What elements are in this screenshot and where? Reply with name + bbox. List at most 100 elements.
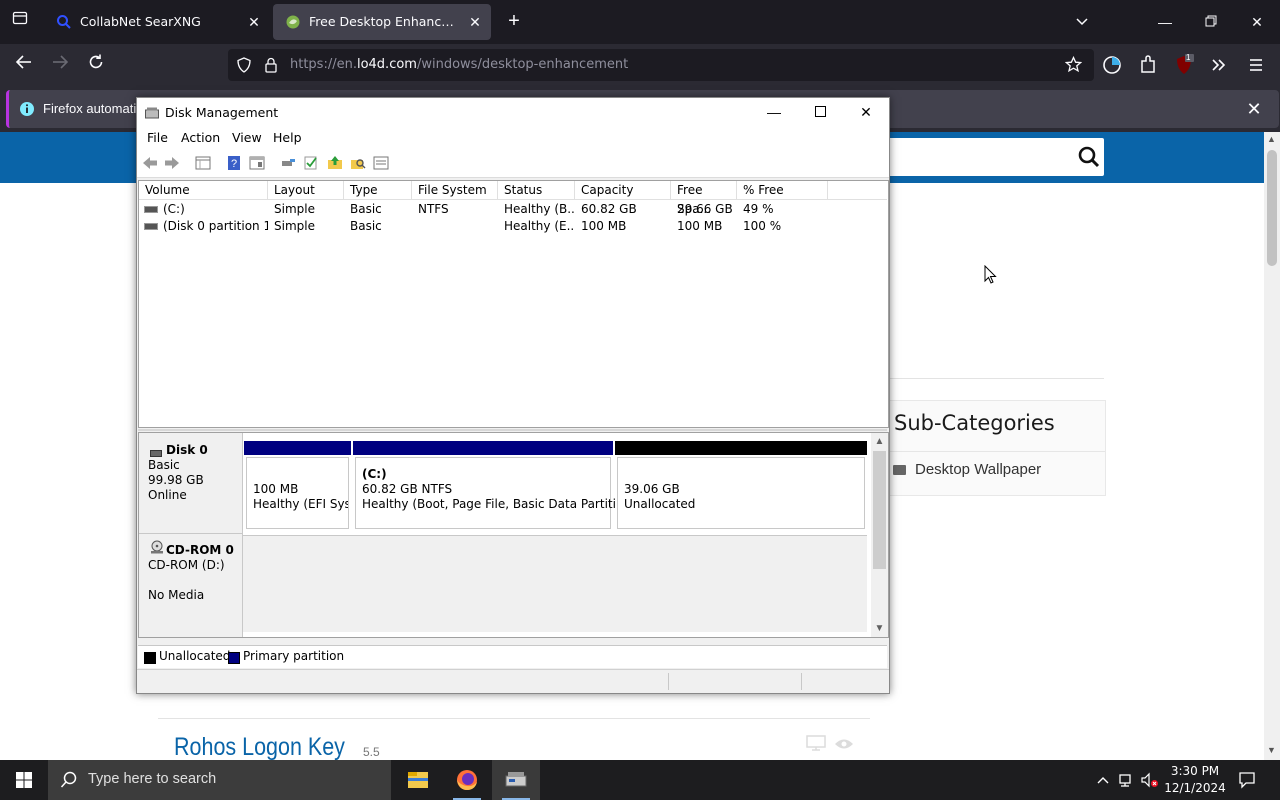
- eye-icon: [834, 737, 854, 755]
- tab-desktop-enhancement[interactable]: Free Desktop Enhancement Software ✕: [273, 4, 491, 40]
- network-icon[interactable]: [1118, 770, 1136, 790]
- close-icon[interactable]: ✕: [843, 98, 889, 127]
- close-icon[interactable]: ✕: [1242, 8, 1272, 36]
- scrollbar-thumb[interactable]: [1267, 150, 1277, 266]
- show-hide-icon[interactable]: [249, 155, 265, 171]
- column-status[interactable]: Status: [498, 181, 575, 200]
- site-search-input[interactable]: [870, 138, 1104, 176]
- volume-muted-icon[interactable]: [1140, 770, 1158, 790]
- menu-file[interactable]: File: [147, 130, 168, 145]
- cell-capacity: 100 MB: [581, 219, 627, 233]
- ublock-icon[interactable]: [1174, 54, 1194, 81]
- disk0-label[interactable]: Disk 0 Basic 99.98 GB Online: [139, 433, 243, 534]
- disk-management-window: Disk Management — ✕ File Action View Hel…: [136, 97, 890, 694]
- back-icon[interactable]: [142, 155, 158, 171]
- table-row[interactable]: (Disk 0 partition 1) Simple Basic Health…: [139, 218, 887, 235]
- partition-status: Healthy (EFI Syste: [253, 497, 348, 511]
- cell-status: Healthy (B...: [504, 202, 575, 216]
- maximize-icon[interactable]: [797, 98, 843, 127]
- cdrom0-label[interactable]: CD-ROM 0 CD-ROM (D:) No Media: [139, 534, 243, 637]
- tab-list-icon[interactable]: [8, 10, 32, 34]
- column-layout[interactable]: Layout: [268, 181, 344, 200]
- column-file-system[interactable]: File System: [412, 181, 498, 200]
- close-notification-icon[interactable]: ✕: [1241, 96, 1267, 122]
- pane-splitter[interactable]: [138, 429, 887, 431]
- cell-type: Basic: [350, 219, 382, 233]
- menu-view[interactable]: View: [232, 130, 262, 145]
- forward-icon[interactable]: [164, 155, 180, 171]
- url-bar[interactable]: https://en.lo4d.com/windows/desktop-enha…: [228, 49, 1094, 81]
- menu-action[interactable]: Action: [181, 130, 220, 145]
- chevron-down-icon[interactable]: [1070, 10, 1094, 34]
- column-percent-free[interactable]: % Free: [737, 181, 828, 200]
- window-titlebar[interactable]: Disk Management — ✕: [137, 98, 889, 127]
- system-clock[interactable]: 3:30 PM 12/1/2024: [1160, 763, 1230, 797]
- column-capacity[interactable]: Capacity: [575, 181, 671, 200]
- search-folder-icon[interactable]: [350, 155, 366, 171]
- svg-text:?: ?: [231, 158, 237, 170]
- toolbar: ?: [137, 149, 889, 178]
- table-row[interactable]: (C:) Simple Basic NTFS Healthy (B... 60.…: [139, 201, 887, 218]
- menu-icon[interactable]: [1248, 57, 1264, 78]
- partition-efi[interactable]: 100 MB Healthy (EFI Syste: [244, 441, 351, 529]
- folder-up-icon[interactable]: [327, 155, 343, 171]
- scrollbar-thumb[interactable]: [873, 451, 886, 569]
- disk-graphical-view: Disk 0 Basic 99.98 GB Online 100 MB Heal…: [138, 432, 889, 638]
- partition-status: Unallocated: [624, 497, 696, 511]
- minimize-icon[interactable]: —: [1150, 8, 1180, 36]
- url-text: https://en.lo4d.com/windows/desktop-enha…: [290, 57, 629, 72]
- monitor-icon: [806, 735, 826, 756]
- scroll-up-icon[interactable]: ▲: [1267, 134, 1276, 144]
- notifications-icon[interactable]: [1238, 770, 1256, 790]
- forward-icon[interactable]: [47, 53, 73, 77]
- tab-searxng[interactable]: CollabNet SearXNG ✕: [44, 4, 270, 40]
- minimize-icon[interactable]: —: [751, 98, 797, 127]
- properties-icon[interactable]: [195, 155, 211, 171]
- search-icon[interactable]: [1074, 138, 1104, 176]
- back-icon[interactable]: [11, 53, 37, 77]
- scroll-up-icon[interactable]: ▲: [871, 433, 888, 450]
- windows-start-icon[interactable]: [0, 760, 48, 800]
- disk-view-scrollbar[interactable]: ▲ ▼: [871, 433, 888, 637]
- reload-icon[interactable]: [83, 53, 109, 77]
- firefox-icon[interactable]: [443, 760, 491, 800]
- bookmark-star-icon[interactable]: [1064, 55, 1083, 78]
- cell-file-system: NTFS: [418, 202, 449, 216]
- scroll-down-icon[interactable]: ▼: [871, 620, 888, 637]
- shield-icon[interactable]: [236, 57, 252, 78]
- file-explorer-icon[interactable]: [394, 760, 442, 800]
- close-tab-icon[interactable]: ✕: [244, 12, 264, 32]
- subcategories-title: Sub-Categories: [894, 411, 1055, 435]
- partition-size: 60.82 GB NTFS: [362, 482, 453, 496]
- subcategory-link[interactable]: Desktop Wallpaper: [889, 459, 1105, 487]
- chevron-up-icon[interactable]: [1094, 770, 1112, 790]
- disk-management-taskbar-icon[interactable]: [492, 760, 540, 800]
- column-type[interactable]: Type: [344, 181, 412, 200]
- notification-text: Firefox automatic: [43, 101, 143, 116]
- scroll-down-icon[interactable]: ▼: [1267, 745, 1276, 755]
- help-icon[interactable]: ?: [226, 155, 242, 171]
- lock-icon[interactable]: [264, 57, 278, 78]
- status-bar: [137, 669, 889, 693]
- legend-label: Primary partition: [243, 649, 345, 663]
- extensions-icon[interactable]: [1139, 55, 1157, 80]
- menu-help[interactable]: Help: [273, 130, 302, 145]
- account-icon[interactable]: [1102, 55, 1122, 80]
- overflow-chevrons-icon[interactable]: [1211, 57, 1227, 78]
- list-view-icon[interactable]: [373, 155, 389, 171]
- taskbar-search-input[interactable]: Type here to search: [48, 760, 391, 800]
- page-scrollbar[interactable]: ▲ ▼: [1264, 132, 1280, 760]
- partition-unallocated[interactable]: 39.06 GB Unallocated: [615, 441, 867, 529]
- connect-icon[interactable]: [280, 155, 296, 171]
- close-tab-icon[interactable]: ✕: [465, 12, 485, 32]
- legend-swatch-unallocated: [144, 652, 156, 664]
- new-tab-icon[interactable]: +: [502, 10, 526, 34]
- column-volume[interactable]: Volume: [139, 181, 268, 200]
- column-free-space[interactable]: Free Spa...: [671, 181, 737, 216]
- disk0-size: 99.98 GB: [148, 473, 204, 487]
- app-title-link[interactable]: Rohos Logon Key: [174, 733, 345, 760]
- partition-c[interactable]: (C:) 60.82 GB NTFS Healthy (Boot, Page F…: [353, 441, 636, 529]
- restore-icon[interactable]: [1196, 8, 1226, 36]
- check-icon[interactable]: [303, 155, 319, 171]
- disk0-name: Disk 0: [166, 443, 208, 457]
